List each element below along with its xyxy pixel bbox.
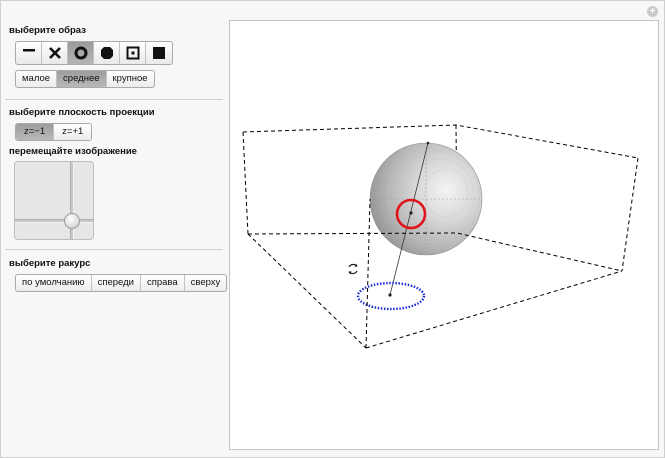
- divider: [5, 249, 223, 250]
- projected-point: [388, 293, 392, 297]
- view-section-label: выберите ракурс: [9, 258, 91, 269]
- view-top-button[interactable]: сверху: [185, 275, 227, 291]
- view-front-button[interactable]: спереди: [92, 275, 141, 291]
- projection-zminus-button[interactable]: z=−1: [16, 124, 55, 140]
- 3d-scene: [242, 124, 639, 349]
- shape-button-line[interactable]: [16, 42, 42, 64]
- size-small-button[interactable]: малое: [16, 71, 58, 87]
- disk-shape-icon: [100, 47, 113, 59]
- rotate-cursor-icon[interactable]: [345, 261, 361, 277]
- shape-section-label: выберите образ: [9, 25, 86, 36]
- size-selector: малое среднее крупное: [15, 70, 155, 88]
- projection-selector: z=−1 z=+1: [15, 123, 93, 141]
- center-point: [409, 211, 413, 215]
- shape-button-ring[interactable]: [68, 42, 94, 64]
- shape-button-cross[interactable]: [42, 42, 68, 64]
- view-right-button[interactable]: справа: [141, 275, 185, 291]
- sphere: [369, 142, 483, 256]
- square-shape-icon: [153, 47, 165, 59]
- view-selector: по умолчанию спереди справа сверху: [15, 274, 228, 292]
- ring-shape-icon: [74, 46, 87, 60]
- view-default-button[interactable]: по умолчанию: [16, 275, 92, 291]
- cross-shape-icon: [48, 47, 61, 59]
- size-medium-button[interactable]: среднее: [57, 71, 107, 87]
- size-large-button[interactable]: крупное: [107, 71, 154, 87]
- shape-button-square[interactable]: [146, 42, 172, 64]
- shape-button-square-dot[interactable]: [120, 42, 146, 64]
- shape-icon-bar: [15, 41, 173, 65]
- top-point: [426, 141, 430, 145]
- divider: [5, 99, 223, 100]
- 3d-viewport[interactable]: [229, 20, 659, 450]
- square-dot-shape-icon: [126, 46, 139, 60]
- projection-section-label: выберите плоскость проекции: [9, 107, 155, 118]
- move-section-label: перемещайте изображение: [9, 146, 137, 157]
- line-shape-icon: [22, 49, 35, 52]
- projection-zplus-button[interactable]: z=+1: [54, 124, 91, 140]
- pad-knob[interactable]: [64, 213, 80, 229]
- app-frame: + выберите образ малое среднее крупное в…: [0, 0, 665, 458]
- move-slider-pad[interactable]: [14, 161, 94, 240]
- shape-button-disk[interactable]: [94, 42, 120, 64]
- pad-horizontal-track: [15, 219, 93, 223]
- expand-plus-icon[interactable]: +: [647, 6, 658, 17]
